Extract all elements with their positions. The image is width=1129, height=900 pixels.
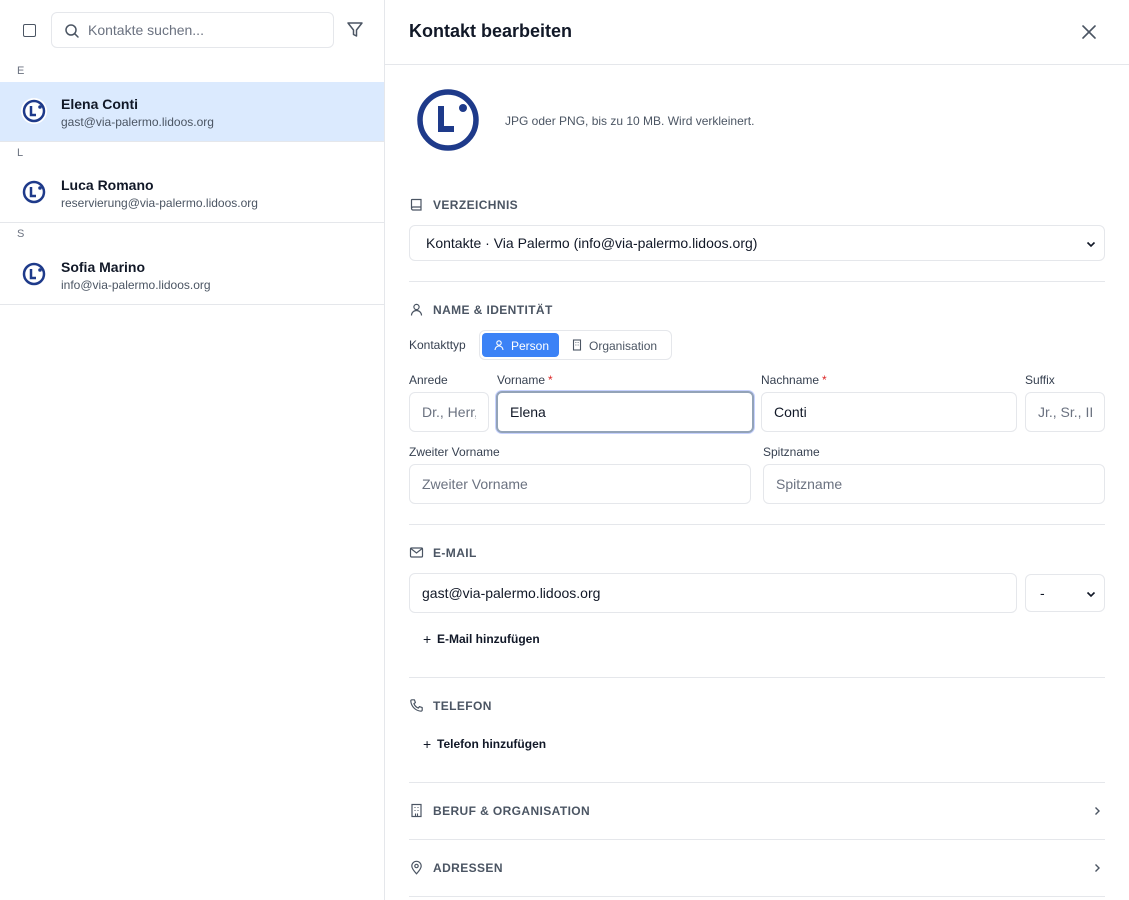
contact-type-person[interactable]: Person [482, 333, 559, 357]
chevron-right-icon[interactable] [1092, 806, 1102, 816]
zweiter-vorname-label: Zweiter Vorname [409, 445, 500, 459]
photo-hint: JPG oder PNG, bis zu 10 MB. Wird verklei… [505, 114, 755, 128]
phone-icon [410, 699, 423, 712]
nachname-input[interactable] [762, 393, 1016, 431]
contact-type-organisation-label: Organisation [589, 339, 658, 353]
user-icon [494, 340, 504, 351]
contacts-sidebar: E Elena Conti gast@via-palermo.lidoos.or… [0, 0, 385, 900]
anrede-field[interactable] [409, 392, 489, 432]
nachname-field[interactable] [761, 392, 1017, 432]
select-all-checkbox[interactable] [23, 24, 36, 37]
email-type-select[interactable]: - [1025, 574, 1105, 612]
divider [409, 524, 1105, 525]
plus-icon: + [423, 736, 432, 752]
group-letter: L [17, 147, 24, 159]
contact-type-toggle: Person Organisation [479, 330, 672, 360]
building-icon [572, 339, 582, 351]
section-title: E-MAIL [433, 546, 477, 560]
zweiter-vorname-field[interactable] [409, 464, 751, 504]
suffix-label: Suffix [1025, 373, 1055, 387]
group-letter: E [17, 65, 25, 77]
spitzname-field[interactable] [763, 464, 1105, 504]
required-mark: * [548, 373, 553, 387]
building-icon [411, 803, 422, 818]
suffix-field[interactable] [1025, 392, 1105, 432]
directory-select-value: Kontakte · Via Palermo (info@via-palermo… [426, 235, 758, 251]
divider [409, 839, 1105, 840]
book-icon [410, 198, 422, 211]
contact-name: Sofia Marino [61, 259, 146, 275]
spitzname-input[interactable] [764, 465, 1104, 503]
avatar [21, 179, 47, 205]
contact-email: reservierung@via-palermo.lidoos.org [61, 196, 258, 210]
close-icon [1082, 25, 1096, 39]
contact-editor: Kontakt bearbeiten JPG oder PNG, bis zu … [385, 0, 1129, 900]
sidebar-toolbar [0, 0, 384, 60]
contact-photo[interactable] [415, 87, 481, 153]
vorname-input[interactable] [498, 393, 752, 431]
suffix-input[interactable] [1026, 393, 1104, 431]
mail-icon [409, 547, 424, 558]
page-title: Kontakt bearbeiten [409, 21, 573, 41]
section-title: VERZEICHNIS [433, 198, 519, 212]
section-addresses[interactable]: ADRESSEN [409, 860, 1105, 877]
filter-icon [347, 22, 363, 37]
divider [409, 281, 1105, 282]
search-input[interactable] [88, 13, 328, 47]
anrede-input[interactable] [410, 393, 488, 431]
divider [409, 782, 1105, 783]
group-letter: S [17, 228, 25, 240]
email-field[interactable] [409, 573, 1017, 613]
contact-name: Luca Romano [61, 177, 154, 193]
add-email-label: E-Mail hinzufügen [437, 632, 540, 646]
required-mark: * [822, 373, 827, 387]
contact-email: info@via-palermo.lidoos.org [61, 278, 211, 292]
contact-type-organisation[interactable]: Organisation [562, 333, 670, 357]
directory-select[interactable]: Kontakte · Via Palermo (info@via-palermo… [409, 225, 1105, 261]
divider [409, 896, 1105, 897]
search-box[interactable] [51, 12, 334, 48]
filter-button[interactable] [344, 19, 366, 41]
avatar [21, 261, 47, 287]
chevron-down-icon [1086, 241, 1096, 248]
vorname-field[interactable] [496, 391, 754, 433]
contact-list-item[interactable]: Elena Conti gast@via-palermo.lidoos.org [0, 82, 384, 142]
zweiter-vorname-input[interactable] [410, 465, 750, 503]
plus-icon: + [423, 631, 432, 647]
section-title: TELEFON [433, 699, 492, 713]
chevron-right-icon[interactable] [1092, 863, 1102, 873]
contact-name: Elena Conti [61, 96, 139, 112]
email-input[interactable] [410, 574, 1016, 612]
nachname-label-text: Nachname [761, 373, 820, 387]
contact-type-person-label: Person [511, 339, 550, 353]
map-pin-icon [411, 860, 422, 875]
avatar [21, 98, 47, 124]
contact-type-label: Kontakttyp [409, 338, 466, 352]
anrede-label: Anrede [409, 373, 448, 387]
close-button[interactable] [1080, 23, 1098, 41]
user-icon [410, 303, 423, 316]
section-title: ADRESSEN [433, 861, 503, 875]
editor-header: Kontakt bearbeiten [385, 0, 1129, 65]
email-type-value: - [1040, 585, 1045, 601]
chevron-down-icon [1086, 591, 1096, 598]
section-title: NAME & IDENTITÄT [433, 303, 553, 317]
section-title: BERUF & ORGANISATION [433, 804, 591, 818]
section-job-organisation[interactable]: BERUF & ORGANISATION [409, 803, 1105, 820]
search-icon [65, 24, 79, 38]
contact-list-item[interactable]: Luca Romano reservierung@via-palermo.lid… [0, 163, 384, 223]
vorname-label-text: Vorname [497, 373, 546, 387]
add-phone-label: Telefon hinzufügen [437, 737, 547, 751]
nachname-label: Nachname * [761, 373, 827, 387]
divider [409, 677, 1105, 678]
vorname-label: Vorname * [497, 373, 553, 387]
contact-list-item[interactable]: Sofia Marino info@via-palermo.lidoos.org [0, 245, 384, 305]
spitzname-label: Spitzname [763, 445, 820, 459]
contact-email: gast@via-palermo.lidoos.org [61, 115, 214, 129]
